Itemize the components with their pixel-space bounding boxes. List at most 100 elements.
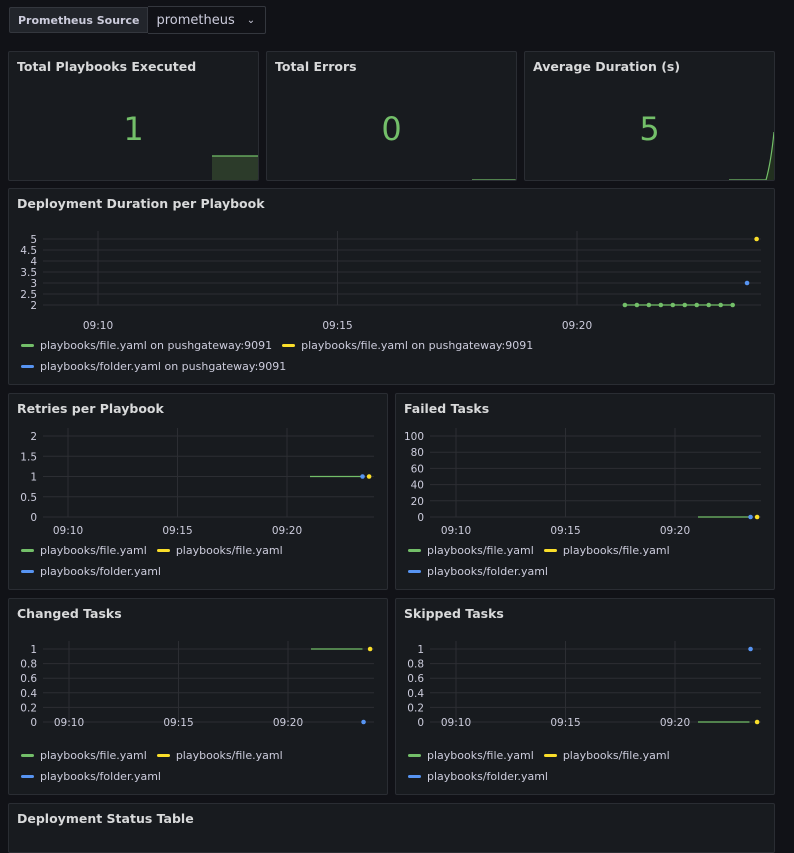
legend-label: playbooks/folder.yaml on pushgateway:909… [40, 360, 287, 373]
data-point [367, 646, 373, 652]
panel-failed-tasks[interactable]: Failed Tasks 0 20 40 60 80 100 09:10 09:15 09:20… [395, 393, 775, 590]
data-point [682, 302, 688, 308]
y-tick-label: 0.6 [20, 673, 37, 685]
data-point [622, 302, 628, 308]
legend-swatch [543, 754, 557, 757]
legend-label: playbooks/file.yaml [40, 749, 147, 762]
legend-item[interactable]: playbooks/folder.yaml [408, 770, 548, 783]
legend-swatch [408, 570, 421, 573]
legend-item[interactable]: playbooks/file.yaml on pushgateway:9091 [21, 339, 272, 352]
panel-retries[interactable]: Retries per Playbook 0 0.5 1 1.5 2 09:10 09:15… [8, 393, 388, 590]
chart-legend: playbooks/file.yaml on pushgateway:9091 … [21, 335, 533, 377]
legend-item[interactable]: playbooks/file.yaml [543, 544, 670, 557]
legend-swatch [408, 754, 421, 757]
legend-label: playbooks/folder.yaml [40, 770, 161, 783]
legend-swatch [21, 754, 34, 757]
legend-label: playbooks/file.yaml [562, 544, 670, 557]
legend-item[interactable]: playbooks/file.yaml [408, 544, 534, 557]
legend-swatch [21, 344, 34, 347]
y-tick-label: 0.8 [20, 659, 37, 671]
y-tick-label: 80 [411, 447, 424, 459]
y-tick-label: 0 [30, 717, 37, 729]
data-point [754, 236, 759, 242]
panel-deployment-duration[interactable]: Deployment Duration per Playbook 2 2.5 3 3.… [8, 188, 775, 385]
data-point [744, 280, 750, 286]
y-tick-label: 0.2 [407, 702, 424, 714]
sparkline [472, 179, 516, 180]
legend-item[interactable]: playbooks/folder.yaml [21, 770, 161, 783]
legend-swatch [543, 549, 557, 552]
legend-item[interactable]: playbooks/folder.yaml [21, 565, 161, 578]
x-tick-label: 09:10 [54, 717, 84, 729]
data-point [718, 302, 723, 308]
data-point [658, 302, 664, 308]
legend-item[interactable]: playbooks/file.yaml [156, 749, 283, 762]
x-tick-label: 09:15 [550, 717, 580, 729]
panel-changed-tasks[interactable]: Changed Tasks 0 0.2 0.4 0.6 0.8 1 09:10 09:15 09… [8, 598, 388, 795]
data-point [706, 302, 712, 308]
datasource-select[interactable]: prometheus ⌄ [148, 6, 267, 34]
data-point [634, 302, 640, 308]
y-tick-label: 2.5 [20, 289, 37, 301]
legend-item[interactable]: playbooks/file.yaml on pushgateway:9091 [282, 339, 533, 352]
x-tick-label: 09:15 [163, 717, 193, 729]
panel-deployment-status-table[interactable]: Deployment Status Table [8, 803, 775, 853]
chart-legend: playbooks/file.yaml playbooks/file.yaml … [408, 540, 670, 582]
stat-panel-average-duration[interactable]: Average Duration (s) 5 [524, 51, 775, 181]
y-tick-label: 0.4 [20, 688, 37, 700]
x-tick-label: 09:10 [441, 717, 471, 729]
x-tick-label: 09:20 [273, 717, 303, 729]
legend-item[interactable]: playbooks/file.yaml [543, 749, 670, 762]
data-point [366, 474, 372, 479]
y-tick-label: 0.5 [20, 492, 37, 504]
chart-legend: playbooks/file.yaml playbooks/file.yaml … [21, 745, 283, 787]
y-tick-label: 2 [30, 431, 37, 443]
data-point [694, 302, 700, 308]
legend-item[interactable]: playbooks/file.yaml [408, 749, 534, 762]
panel-title: Deployment Status Table [17, 811, 194, 826]
data-point [646, 302, 652, 308]
y-tick-label: 2 [30, 300, 37, 312]
legend-label: playbooks/file.yaml on pushgateway:9091 [301, 339, 534, 352]
y-tick-label: 40 [411, 480, 424, 492]
stat-panel-total-playbooks[interactable]: Total Playbooks Executed 1 [8, 51, 259, 181]
legend-label: playbooks/folder.yaml [427, 770, 548, 783]
data-point [754, 719, 760, 725]
y-tick-label: 0 [417, 512, 424, 524]
y-tick-label: 5 [30, 234, 37, 246]
data-point [730, 302, 735, 308]
legend-item[interactable]: playbooks/file.yaml [21, 749, 147, 762]
legend-item[interactable]: playbooks/file.yaml [21, 544, 147, 557]
legend-item[interactable]: playbooks/folder.yaml [408, 565, 548, 578]
legend-label: playbooks/file.yaml [427, 749, 534, 762]
legend-item[interactable]: playbooks/file.yaml [156, 544, 283, 557]
data-point [754, 514, 760, 520]
y-tick-label: 60 [411, 463, 424, 475]
y-tick-label: 1 [30, 644, 37, 656]
legend-item[interactable]: playbooks/folder.yaml on pushgateway:909… [21, 360, 286, 373]
data-point [360, 474, 365, 479]
data-point [670, 302, 676, 308]
retries-chart: 0 0.5 1 1.5 2 09:10 09:15 09:20 [20, 428, 374, 537]
y-tick-label: 0.2 [20, 702, 37, 714]
y-tick-label: 100 [404, 431, 424, 443]
x-tick-label: 09:15 [322, 320, 352, 332]
panel-skipped-tasks[interactable]: Skipped Tasks 0 0.2 0.4 0.6 0.8 1 09:10 09:15 09… [395, 598, 775, 795]
y-tick-label: 3.5 [20, 267, 37, 279]
legend-swatch [21, 775, 34, 778]
stat-panel-total-errors[interactable]: Total Errors 0 [266, 51, 517, 181]
y-tick-label: 0 [417, 717, 424, 729]
x-tick-label: 09:20 [660, 525, 690, 537]
chevron-down-icon: ⌄ [246, 14, 256, 26]
legend-swatch [156, 549, 170, 552]
data-point [361, 719, 366, 725]
y-tick-label: 1.5 [20, 451, 37, 463]
y-tick-label: 1 [417, 644, 424, 656]
y-tick-label: 1 [30, 472, 37, 484]
y-tick-label: 4 [30, 256, 37, 268]
y-tick-label: 0.4 [407, 688, 424, 700]
chart-legend: playbooks/file.yaml playbooks/file.yaml … [408, 745, 670, 787]
legend-label: playbooks/file.yaml [175, 544, 283, 557]
y-tick-label: 0 [30, 512, 37, 524]
x-tick-label: 09:15 [162, 525, 192, 537]
